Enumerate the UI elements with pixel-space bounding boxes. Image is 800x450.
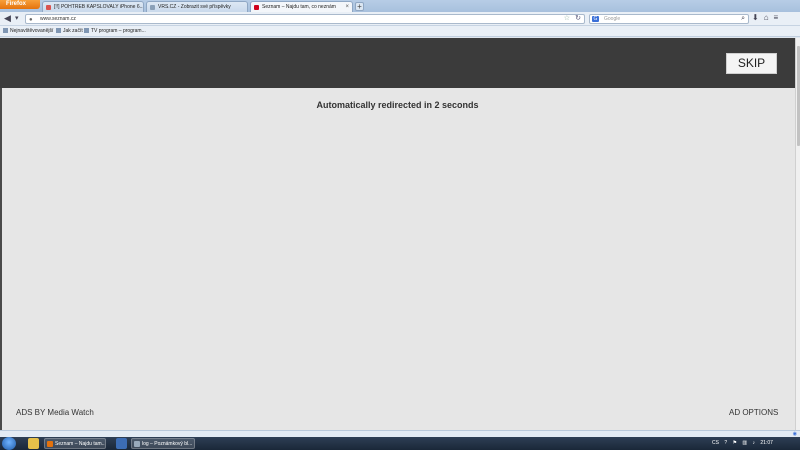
volume-icon[interactable]: ♪ <box>753 440 756 446</box>
reload-icon[interactable]: ↻ <box>575 15 581 23</box>
back-arrow-icon[interactable]: ◀ <box>4 13 11 24</box>
bookmark-star-icon[interactable]: ☆ <box>564 15 570 23</box>
search-engine-icon[interactable]: G <box>592 16 599 22</box>
notepad-icon <box>134 441 140 447</box>
windows-taskbar: Seznam – Najdu tam... log – Poznámkový b… <box>0 437 800 450</box>
tab-iphone[interactable]: [!!] POHTREB KAPSLOVALY iPhone 6... <box>42 1 144 12</box>
info-icon[interactable] <box>116 438 127 449</box>
tab-label: VRS.CZ - Zobrazit své příspěvky <box>158 4 231 10</box>
flag-icon[interactable]: ⚑ <box>733 440 737 446</box>
navigation-bar: ◀ ▾ ● www.seznam.cz ☆ ↻ G Google ⌕ ⬇⌂≡ <box>0 12 800 26</box>
clock[interactable]: 21:07 <box>760 440 773 446</box>
bookmark-tv-program[interactable]: TV program – program... <box>84 26 146 36</box>
favicon-icon <box>150 5 155 10</box>
bookmark-most-visited[interactable]: Nejnavštěvovanější <box>3 26 53 36</box>
bookmark-icon <box>84 28 89 34</box>
new-tab-button[interactable]: + <box>355 2 364 11</box>
tab-seznam[interactable]: Seznam – Najdu tam, co neznám × <box>250 1 353 12</box>
taskbar-item-notepad[interactable]: log – Poznámkový bl... <box>131 438 195 449</box>
tab-label: [!!] POHTREB KAPSLOVALY iPhone 6... <box>54 4 144 10</box>
favicon-icon <box>46 5 51 10</box>
search-input[interactable]: G Google ⌕ <box>589 14 749 24</box>
page-left-border <box>0 88 2 430</box>
url-bar[interactable]: ● www.seznam.cz ☆ ↻ <box>25 14 585 24</box>
history-dropdown-icon[interactable]: ▾ <box>15 13 19 24</box>
bookmark-icon <box>3 28 8 34</box>
seznam-favicon-icon <box>254 5 259 10</box>
search-icon[interactable]: ⌕ <box>741 15 745 23</box>
bookmarks-bar: Nejnavštěvovanější Jak začít TV program … <box>0 26 800 37</box>
search-placeholder: Google <box>604 16 621 22</box>
system-tray: CS ? ⚑ ▥ ♪ 21:07 <box>712 439 777 448</box>
bookmark-icon <box>56 28 61 34</box>
bookmark-getting-started[interactable]: Jak začít <box>56 26 83 36</box>
language-indicator[interactable]: CS <box>712 440 719 446</box>
redirect-message: Automatically redirected in 2 seconds <box>316 100 479 110</box>
menu-icon[interactable]: ≡ <box>774 13 784 22</box>
skip-button[interactable]: SKIP <box>726 53 777 74</box>
toolbar-icons: ⬇⌂≡ <box>752 13 783 22</box>
explorer-icon[interactable] <box>28 438 39 449</box>
taskbar-item-firefox[interactable]: Seznam – Najdu tam... <box>44 438 106 449</box>
downloads-icon[interactable]: ⬇ <box>752 13 764 22</box>
close-tab-icon[interactable]: × <box>345 2 349 12</box>
network-icon[interactable]: ▥ <box>742 440 747 446</box>
url-text: www.seznam.cz <box>40 16 76 22</box>
firefox-icon <box>47 441 53 447</box>
vertical-scrollbar[interactable] <box>795 38 800 430</box>
tab-strip: Firefox [!!] POHTREB KAPSLOVALY iPhone 6… <box>0 0 800 12</box>
tab-label: Seznam – Najdu tam, co neznám <box>262 4 336 10</box>
firefox-menu-button[interactable]: Firefox <box>0 0 40 9</box>
start-button-icon[interactable] <box>2 437 16 450</box>
site-identity-icon[interactable]: ● <box>29 16 33 24</box>
help-icon[interactable]: ? <box>724 440 727 446</box>
ad-options-link[interactable]: AD OPTIONS <box>729 408 778 417</box>
page-viewport: SKIP Automatically redirected in 2 secon… <box>0 38 795 430</box>
ad-header-bar: SKIP <box>0 38 795 88</box>
ads-by-label[interactable]: ADS BY Media Watch <box>16 408 94 417</box>
tab-vrs[interactable]: VRS.CZ - Zobrazit své příspěvky <box>146 1 248 12</box>
status-bar: ◉ <box>0 430 800 437</box>
home-icon[interactable]: ⌂ <box>764 13 774 22</box>
